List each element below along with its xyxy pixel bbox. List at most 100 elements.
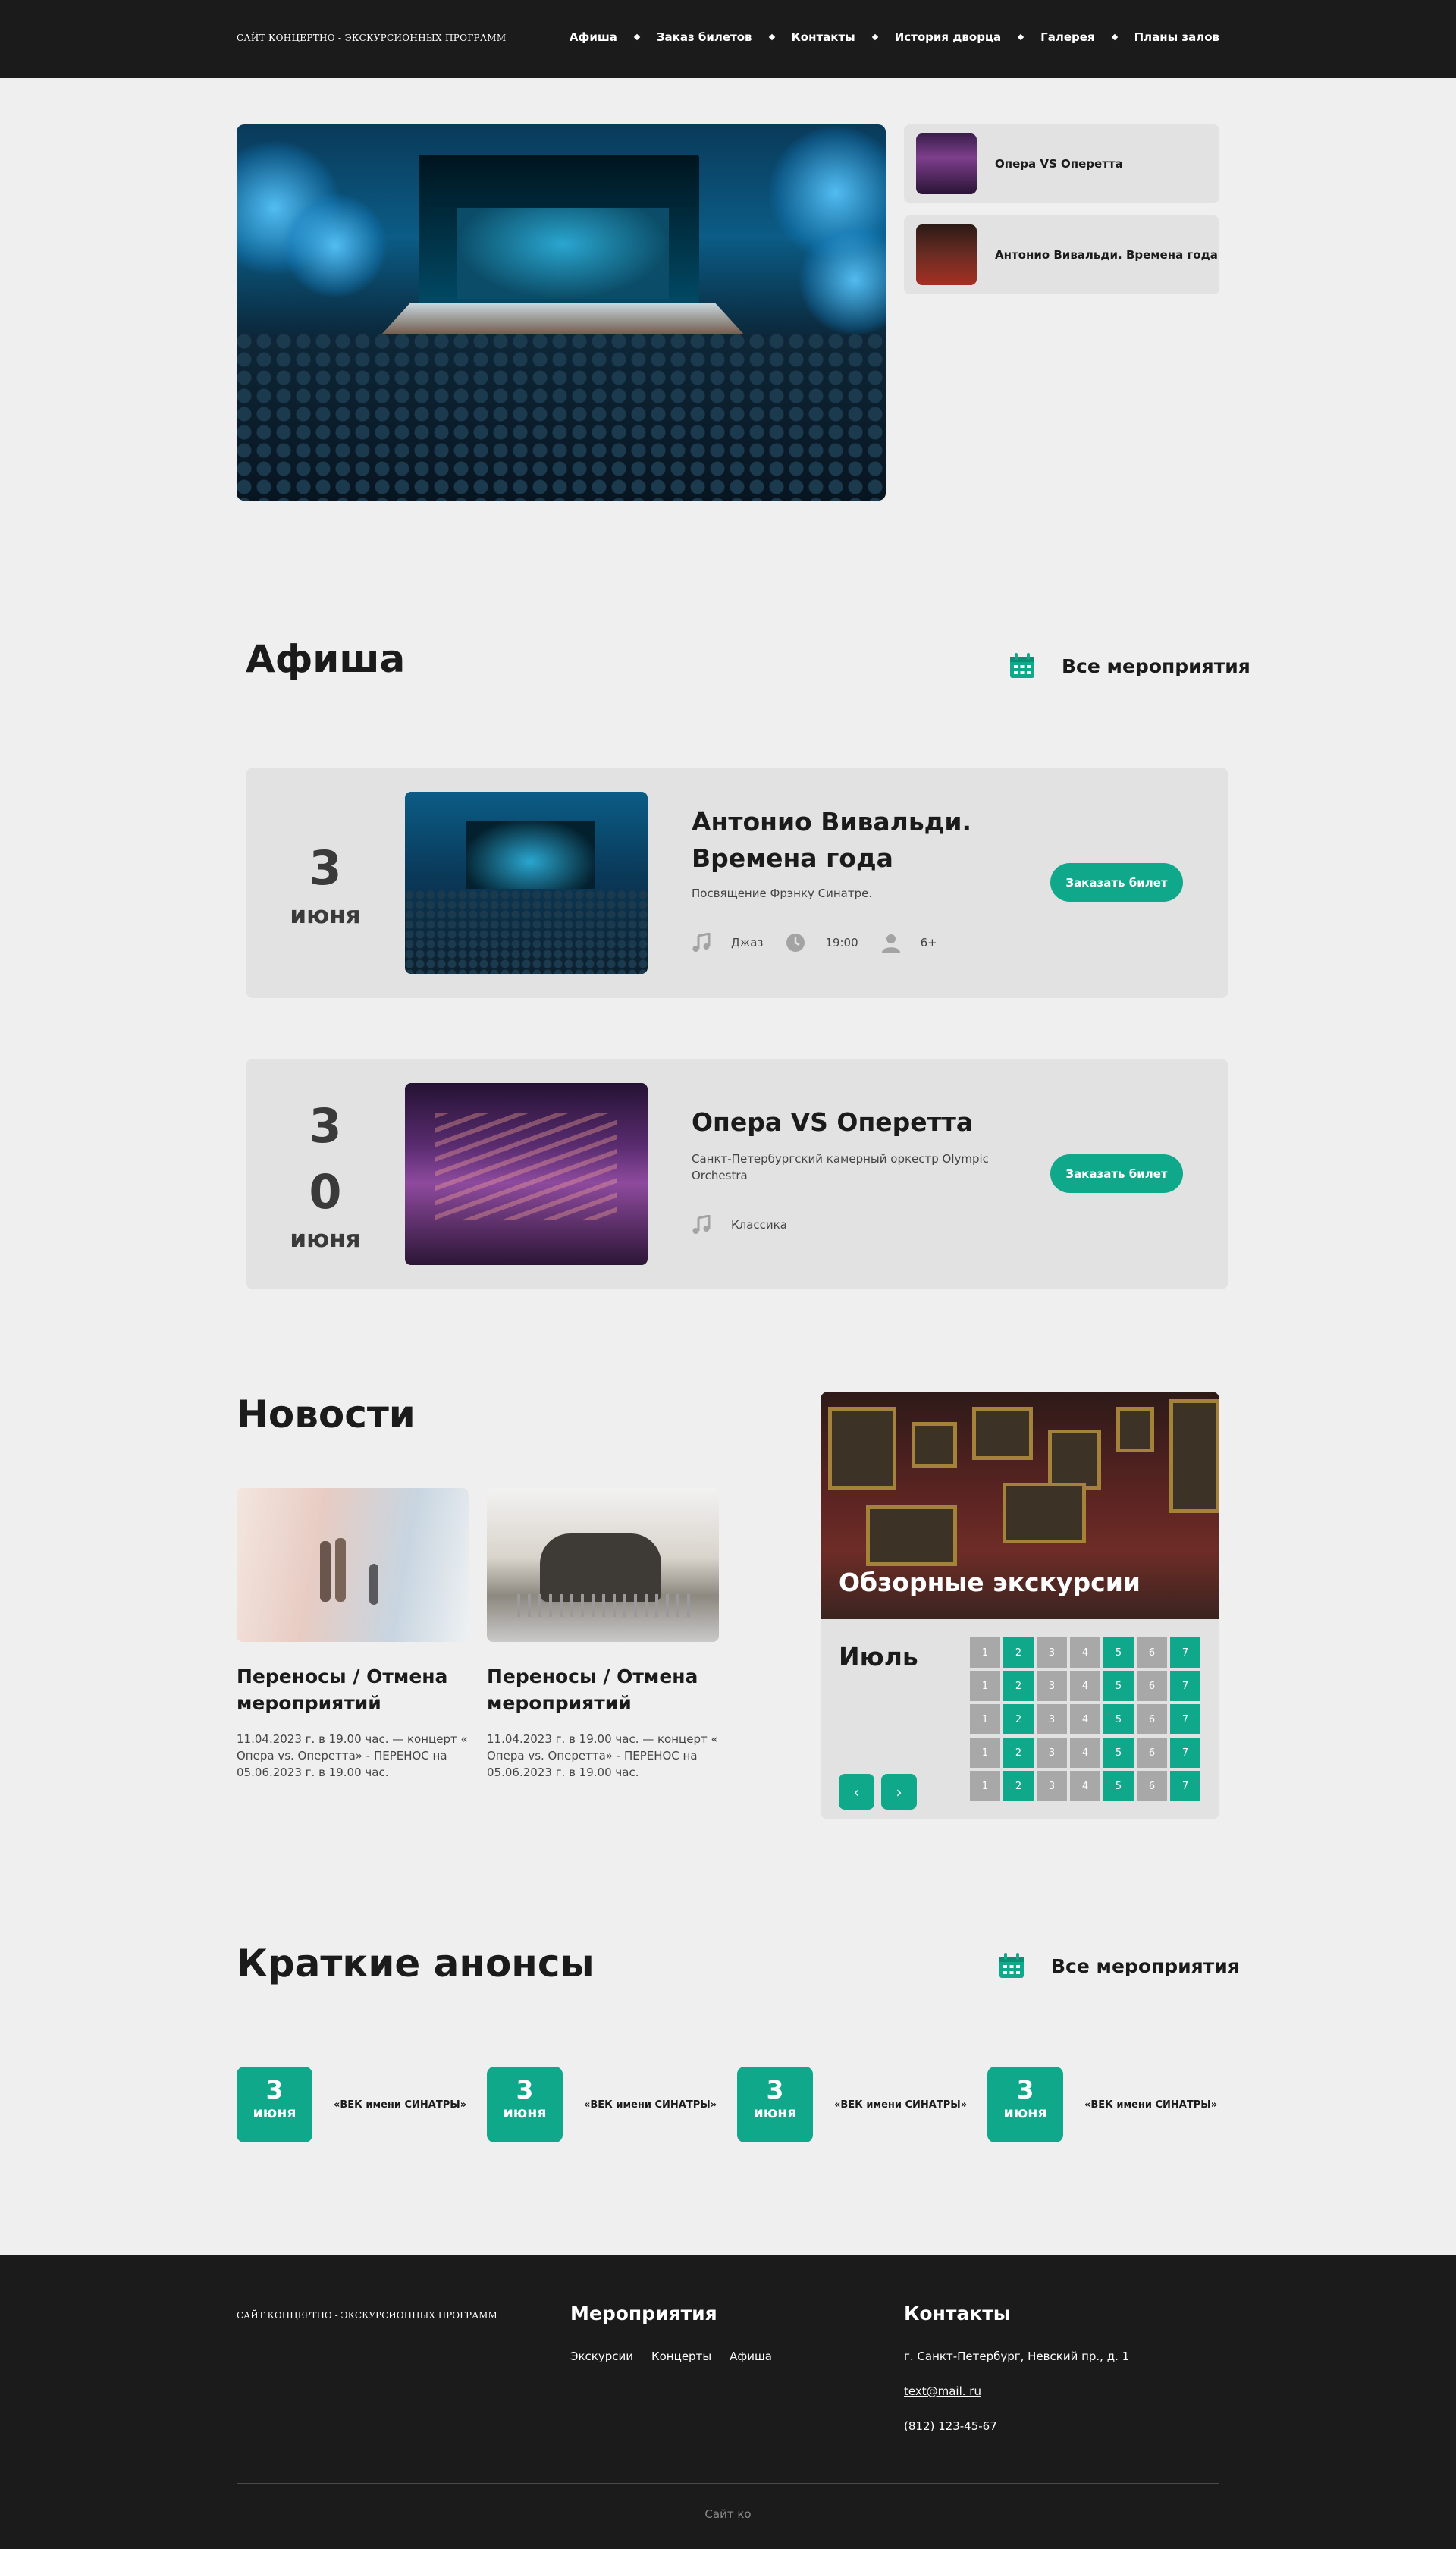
calendar-next-button[interactable]: › <box>881 1774 917 1810</box>
chevron-right-icon: › <box>896 1782 902 1801</box>
calendar-day[interactable]: 7 <box>1170 1637 1200 1668</box>
calendar-day[interactable]: 2 <box>1003 1738 1034 1768</box>
calendar-day[interactable]: 7 <box>1170 1738 1200 1768</box>
stage-light <box>282 193 388 299</box>
nav-separator <box>768 33 775 41</box>
calendar-day[interactable]: 4 <box>1070 1637 1100 1668</box>
all-events-label: Все мероприятия <box>1051 1954 1240 1977</box>
all-events-link[interactable]: Все мероприятия <box>998 1952 1240 1979</box>
calendar-day[interactable]: 2 <box>1003 1637 1034 1668</box>
calendar-day[interactable]: 3 <box>1037 1671 1067 1701</box>
calendar-day[interactable]: 1 <box>970 1771 1000 1801</box>
calendar-day[interactable]: 2 <box>1003 1704 1034 1734</box>
order-ticket-button[interactable]: Заказать билет <box>1050 863 1183 902</box>
calendar-day[interactable]: 5 <box>1103 1771 1134 1801</box>
announce-item[interactable]: 3 июня «ВЕК имени СИНАТРЫ» <box>737 2067 967 2142</box>
all-events-link[interactable]: Все мероприятия <box>1009 652 1250 680</box>
nav-item-afisha[interactable]: Афиша <box>570 30 617 44</box>
side-card-thumbnail <box>916 224 977 285</box>
announce-title: «ВЕК имени СИНАТРЫ» <box>584 2099 717 2111</box>
footer-link-afisha[interactable]: Афиша <box>730 2350 772 2363</box>
calendar-day[interactable]: 1 <box>970 1738 1000 1768</box>
event-title[interactable]: Опера VS Оперетта <box>692 1104 1025 1141</box>
calendar-day[interactable]: 1 <box>970 1704 1000 1734</box>
footer-link-concerts[interactable]: Концерты <box>651 2350 711 2363</box>
music-note-icon <box>692 933 711 952</box>
calendar-day[interactable]: 4 <box>1070 1771 1100 1801</box>
event-genre: Джаз <box>731 936 764 950</box>
footer-phone[interactable]: (812) 123-45-67 <box>904 2419 997 2433</box>
calendar-day[interactable]: 6 <box>1137 1704 1167 1734</box>
event-date-month: июня <box>290 1225 361 1253</box>
calendar-day[interactable]: 6 <box>1137 1771 1167 1801</box>
calendar-prev-button[interactable]: ‹ <box>839 1774 874 1810</box>
calendar-day[interactable]: 6 <box>1137 1738 1167 1768</box>
nav-separator <box>1111 33 1118 41</box>
calendar-icon <box>999 1953 1024 1978</box>
news-image[interactable] <box>237 1488 469 1642</box>
news-card-title[interactable]: Переносы / Отмена мероприятий <box>487 1663 719 1716</box>
news-card-title[interactable]: Переносы / Отмена мероприятий <box>237 1663 469 1716</box>
calendar-day[interactable]: 5 <box>1103 1738 1134 1768</box>
footer-email[interactable]: text@mail. ru <box>904 2384 981 2398</box>
announce-date: 3 июня <box>737 2067 813 2142</box>
calendar-day[interactable]: 1 <box>970 1671 1000 1701</box>
calendar-day[interactable]: 3 <box>1037 1771 1067 1801</box>
calendar-day[interactable]: 5 <box>1103 1671 1134 1701</box>
calendar-day[interactable]: 6 <box>1137 1671 1167 1701</box>
event-image[interactable] <box>405 792 648 974</box>
calendar-grid: 12345671234567123456712345671234567 <box>970 1637 1200 1801</box>
hero-side-card[interactable]: Опера VS Оперетта <box>904 124 1219 203</box>
calendar-day[interactable]: 6 <box>1137 1637 1167 1668</box>
news-title: Новости <box>237 1392 416 1436</box>
announce-item[interactable]: 3 июня «ВЕК имени СИНАТРЫ» <box>987 2067 1217 2142</box>
hero-side-card[interactable]: Антонио Вивальди. Времена года <box>904 215 1219 294</box>
footer-logo[interactable]: САЙТ КОНЦЕРТНО - ЭКСКУРСИОННЫХ ПРОГРАММ <box>237 2310 497 2321</box>
calendar-day[interactable]: 3 <box>1037 1637 1067 1668</box>
calendar-day[interactable]: 4 <box>1070 1738 1100 1768</box>
calendar-day[interactable]: 3 <box>1037 1738 1067 1768</box>
event-card[interactable]: 3 июня Антонио Вивальди. Времена года По… <box>246 768 1228 998</box>
stage-opening <box>457 208 669 299</box>
news-card[interactable]: Переносы / Отмена мероприятий 11.04.2023… <box>237 1488 469 1781</box>
calendar-day[interactable]: 7 <box>1170 1671 1200 1701</box>
announce-title: «ВЕК имени СИНАТРЫ» <box>1084 2099 1218 2111</box>
announces-title: Краткие анонсы <box>237 1942 595 1986</box>
order-ticket-button[interactable]: Заказать билет <box>1050 1154 1183 1193</box>
event-meta: Джаз 19:00 6+ <box>692 933 937 953</box>
event-genre: Классика <box>731 1218 787 1232</box>
calendar-day[interactable]: 2 <box>1003 1771 1034 1801</box>
calendar-day[interactable]: 1 <box>970 1637 1000 1668</box>
site-logo[interactable]: САЙТ КОНЦЕРТНО - ЭКСКУРСИОННЫХ ПРОГРАММ <box>237 33 506 43</box>
hero-image[interactable] <box>237 124 886 501</box>
calendar-day[interactable]: 2 <box>1003 1671 1034 1701</box>
nav-item-gallery[interactable]: Галерея <box>1040 30 1094 44</box>
nav-item-hall-plans[interactable]: Планы залов <box>1134 30 1219 44</box>
nav-item-contacts[interactable]: Контакты <box>792 30 855 44</box>
side-card-title: Опера VS Оперетта <box>995 157 1123 171</box>
news-image[interactable] <box>487 1488 719 1642</box>
nav-separator <box>1017 33 1025 41</box>
side-card-title: Антонио Вивальди. Времена года <box>995 248 1218 262</box>
event-image[interactable] <box>405 1083 648 1265</box>
calendar-day[interactable]: 3 <box>1037 1704 1067 1734</box>
announce-item[interactable]: 3 июня «ВЕК имени СИНАТРЫ» <box>237 2067 466 2142</box>
calendar-icon <box>1010 653 1034 678</box>
event-date-month: июня <box>290 901 361 929</box>
nav-item-history[interactable]: История дворца <box>895 30 1001 44</box>
footer-link-excursions[interactable]: Экскурсии <box>570 2350 633 2363</box>
announce-item[interactable]: 3 июня «ВЕК имени СИНАТРЫ» <box>487 2067 717 2142</box>
excursion-title[interactable]: Обзорные экскурсии <box>839 1568 1141 1597</box>
event-title[interactable]: Антонио Вивальди. Времена года <box>692 804 1025 877</box>
calendar-day[interactable]: 4 <box>1070 1704 1100 1734</box>
calendar-day[interactable]: 7 <box>1170 1771 1200 1801</box>
event-card[interactable]: 3 0 июня Опера VS Оперетта Санкт-Петербу… <box>246 1059 1228 1289</box>
calendar-day[interactable]: 4 <box>1070 1671 1100 1701</box>
event-description: Санкт-Петербургский камерный оркестр Oly… <box>692 1152 989 1182</box>
nav-item-tickets[interactable]: Заказ билетов <box>657 30 752 44</box>
news-card[interactable]: Переносы / Отмена мероприятий 11.04.2023… <box>487 1488 719 1781</box>
calendar-day[interactable]: 5 <box>1103 1637 1134 1668</box>
calendar-day[interactable]: 7 <box>1170 1704 1200 1734</box>
site-footer: САЙТ КОНЦЕРТНО - ЭКСКУРСИОННЫХ ПРОГРАММ … <box>0 2255 1456 2549</box>
calendar-day[interactable]: 5 <box>1103 1704 1134 1734</box>
